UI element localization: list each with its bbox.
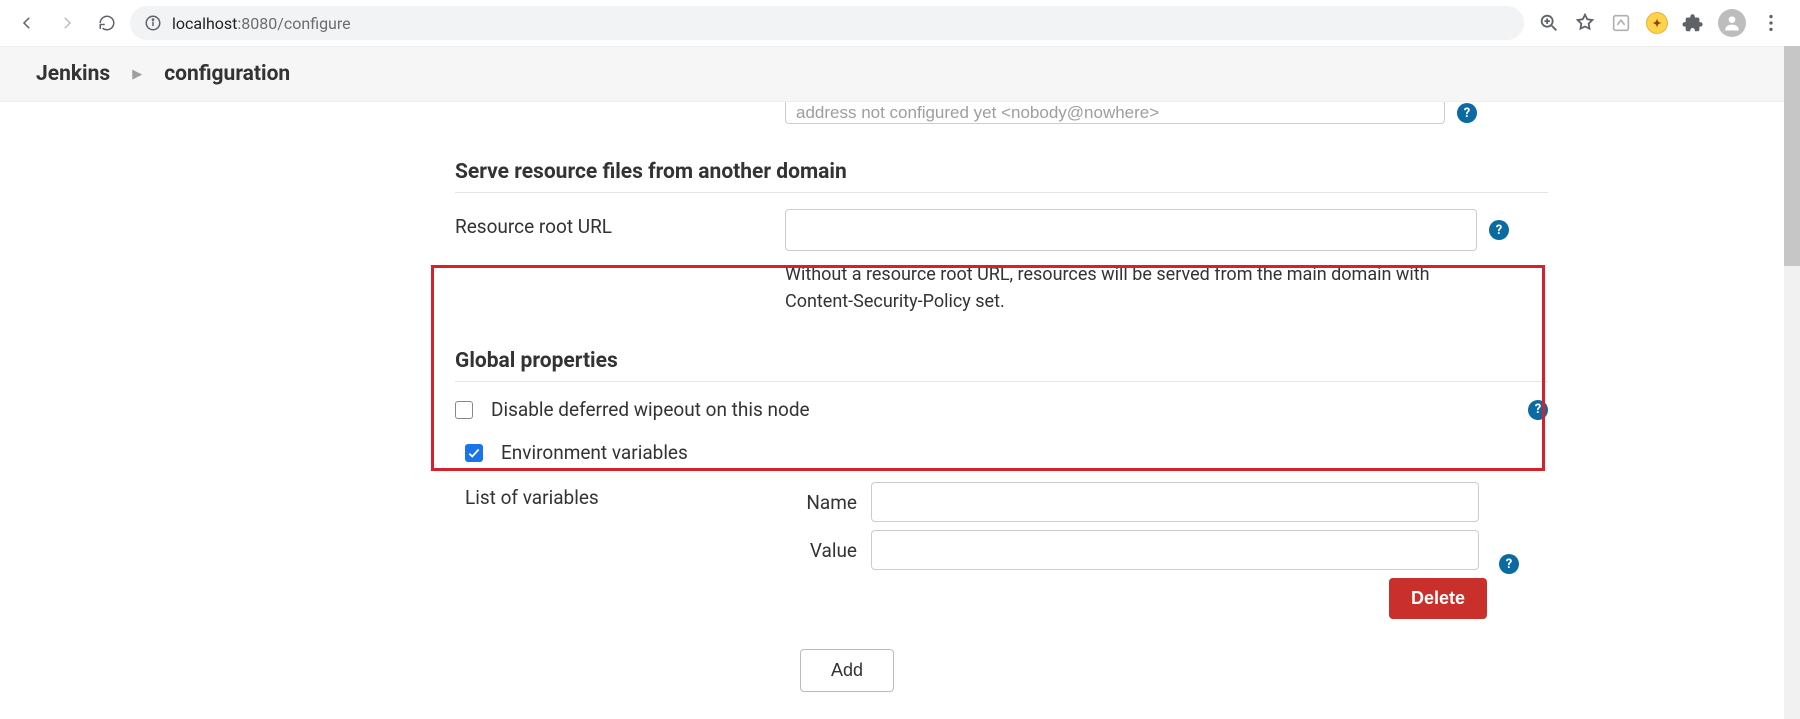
help-icon[interactable]: ? bbox=[1528, 400, 1548, 420]
katalon-extension-icon[interactable]: ✦ bbox=[1646, 12, 1668, 34]
env-var-value-label: Value bbox=[795, 539, 857, 562]
extensions-puzzle-icon[interactable] bbox=[1682, 12, 1704, 34]
browser-back-button[interactable] bbox=[10, 6, 44, 40]
env-variables-checkbox[interactable] bbox=[465, 444, 483, 462]
browser-forward-button[interactable] bbox=[50, 6, 84, 40]
extension-box-icon[interactable] bbox=[1610, 12, 1632, 34]
resource-root-url-description: Without a resource root URL, resources w… bbox=[785, 261, 1485, 315]
address-text: localhost:8080/configure bbox=[172, 14, 351, 33]
bookmark-star-icon[interactable] bbox=[1574, 12, 1596, 34]
help-icon[interactable]: ? bbox=[1457, 103, 1477, 123]
section-serve-resources-title: Serve resource files from another domain bbox=[455, 160, 1548, 184]
resource-root-url-label: Resource root URL bbox=[455, 209, 785, 238]
browser-reload-button[interactable] bbox=[90, 6, 124, 40]
browser-menu-icon[interactable] bbox=[1760, 12, 1782, 34]
scrollbar-thumb[interactable] bbox=[1784, 46, 1800, 266]
disable-wipeout-label: Disable deferred wipeout on this node bbox=[491, 398, 810, 421]
list-of-variables-label: List of variables bbox=[465, 474, 795, 509]
site-info-icon[interactable] bbox=[144, 14, 162, 32]
add-button[interactable]: Add bbox=[800, 649, 894, 692]
chevron-right-icon: ▶ bbox=[132, 67, 142, 82]
section-global-properties-title: Global properties bbox=[455, 349, 1548, 373]
disable-wipeout-checkbox[interactable] bbox=[455, 401, 473, 419]
env-var-name-input[interactable] bbox=[871, 482, 1479, 522]
profile-avatar-icon[interactable] bbox=[1718, 9, 1746, 37]
env-var-name-label: Name bbox=[795, 491, 857, 514]
address-bar[interactable]: localhost:8080/configure bbox=[130, 6, 1524, 40]
browser-toolbar: localhost:8080/configure ✦ bbox=[0, 0, 1800, 46]
delete-button[interactable]: Delete bbox=[1389, 578, 1487, 619]
help-icon[interactable]: ? bbox=[1489, 220, 1509, 240]
breadcrumb-root[interactable]: Jenkins bbox=[36, 62, 110, 86]
config-form: ? Serve resource files from another doma… bbox=[0, 102, 1800, 692]
env-variables-label: Environment variables bbox=[501, 441, 688, 464]
env-var-value-input[interactable] bbox=[871, 530, 1479, 570]
system-admin-email-input[interactable] bbox=[785, 102, 1445, 124]
breadcrumb: Jenkins ▶ configuration bbox=[0, 46, 1800, 102]
breadcrumb-current[interactable]: configuration bbox=[164, 62, 290, 86]
help-icon[interactable]: ? bbox=[1499, 554, 1519, 574]
resource-root-url-input[interactable] bbox=[785, 209, 1477, 251]
zoom-icon[interactable] bbox=[1538, 12, 1560, 34]
